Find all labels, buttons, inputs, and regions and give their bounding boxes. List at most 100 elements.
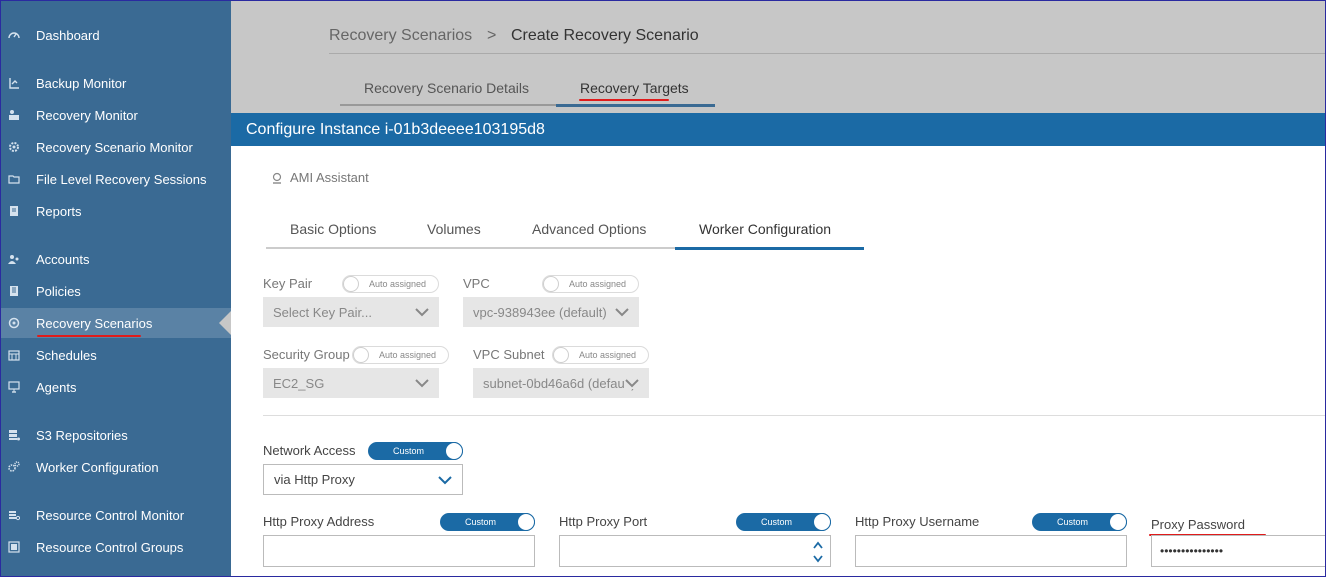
- vpc-auto-toggle[interactable]: Auto assigned: [542, 275, 639, 293]
- sidebar-item-label: Agents: [36, 379, 77, 395]
- security-group-auto-toggle[interactable]: Auto assigned: [352, 346, 449, 364]
- toggle-label: Custom: [1056, 517, 1088, 527]
- vpc-subnet-label: VPC Subnet: [473, 347, 545, 362]
- monitor-icon: [7, 380, 21, 394]
- sidebar-item-reports[interactable]: Reports: [1, 196, 231, 226]
- proxy-password-value: •••••••••••••••: [1160, 544, 1224, 558]
- security-group-label: Security Group: [263, 347, 350, 362]
- http-proxy-port-label: Http Proxy Port: [559, 514, 648, 529]
- group-icon: [7, 540, 21, 554]
- http-proxy-port-custom-toggle[interactable]: Custom: [736, 513, 831, 531]
- chevron-down-icon: [438, 476, 452, 485]
- sidebar-item-label: S3 Repositories: [36, 427, 128, 443]
- assistant-icon: [272, 172, 282, 184]
- resource-monitor-icon: [7, 508, 21, 522]
- sidebar-item-resource-control-monitor[interactable]: Resource Control Monitor: [1, 500, 231, 530]
- sidebar-item-label: Resource Control Groups: [36, 539, 184, 555]
- ami-assistant-label: AMI Assistant: [290, 170, 369, 185]
- toggle-label: Custom: [464, 517, 496, 527]
- sidebar: Dashboard Backup Monitor Recovery Monito…: [1, 1, 231, 576]
- tab-worker-configuration[interactable]: Worker Configuration: [699, 221, 831, 237]
- gear-icon: [7, 140, 21, 154]
- toggle-knob: [1109, 513, 1127, 531]
- key-pair-value: Select Key Pair...: [273, 304, 372, 320]
- tab-underline: [340, 104, 556, 106]
- sidebar-item-label: Dashboard: [36, 27, 100, 43]
- sidebar-item-dashboard[interactable]: Dashboard: [1, 20, 231, 50]
- vpc-subnet-value: subnet-0bd46a6d (default): [483, 375, 636, 391]
- breadcrumb-separator: >: [487, 27, 497, 44]
- vpc-label: VPC: [463, 276, 490, 291]
- sidebar-item-agents[interactable]: Agents: [1, 372, 231, 402]
- key-pair-label: Key Pair: [263, 276, 313, 291]
- sidebar-item-file-level-recovery[interactable]: File Level Recovery Sessions: [1, 164, 231, 194]
- tab-recovery-targets[interactable]: Recovery Targets: [580, 80, 689, 96]
- sidebar-item-recovery-scenario-monitor[interactable]: Recovery Scenario Monitor: [1, 132, 231, 162]
- highlight-underline: [37, 335, 141, 337]
- http-proxy-username-label: Http Proxy Username: [855, 514, 980, 529]
- toggle-knob: [553, 347, 569, 363]
- policy-icon: [7, 284, 21, 298]
- toggle-knob: [343, 276, 359, 292]
- network-access-label: Network Access: [263, 443, 356, 458]
- key-pair-select[interactable]: Select Key Pair...: [263, 297, 439, 327]
- users-icon: [7, 252, 21, 266]
- calendar-icon: [7, 348, 21, 362]
- toggle-knob: [543, 276, 559, 292]
- sidebar-item-label: File Level Recovery Sessions: [36, 171, 207, 187]
- sidebar-item-label: Reports: [36, 203, 82, 219]
- backup-monitor-icon: [7, 76, 21, 90]
- sidebar-item-backup-monitor[interactable]: Backup Monitor: [1, 68, 231, 98]
- tab-volumes[interactable]: Volumes: [427, 221, 481, 237]
- http-proxy-address-label: Http Proxy Address: [263, 514, 375, 529]
- folder-icon: [7, 172, 21, 186]
- http-proxy-username-input[interactable]: [855, 535, 1127, 567]
- breadcrumb-current: Create Recovery Scenario: [511, 27, 699, 44]
- http-proxy-port-input[interactable]: [559, 535, 831, 567]
- sidebar-item-recovery-scenarios[interactable]: Recovery Scenarios: [1, 308, 231, 338]
- gauge-icon: [7, 28, 21, 42]
- vpc-subnet-auto-toggle[interactable]: Auto assigned: [552, 346, 649, 364]
- settings-icon: [7, 316, 21, 330]
- highlight-underline: [579, 99, 669, 101]
- toggle-label: Auto assigned: [378, 350, 437, 360]
- vpc-subnet-select[interactable]: subnet-0bd46a6d (default): [473, 368, 649, 398]
- sidebar-item-worker-configuration[interactable]: Worker Configuration: [1, 452, 231, 482]
- sidebar-item-label: Recovery Monitor: [36, 107, 138, 123]
- key-pair-auto-toggle[interactable]: Auto assigned: [342, 275, 439, 293]
- sidebar-item-label: Worker Configuration: [36, 459, 159, 475]
- header-divider: [329, 53, 1325, 54]
- proxy-password-input[interactable]: •••••••••••••••: [1151, 535, 1325, 567]
- chevron-down-icon: [415, 379, 429, 388]
- ami-assistant-link[interactable]: AMI Assistant: [271, 170, 369, 185]
- breadcrumb-parent[interactable]: Recovery Scenarios: [329, 27, 472, 45]
- security-group-value: EC2_SG: [273, 375, 325, 391]
- sidebar-item-policies[interactable]: Policies: [1, 276, 231, 306]
- tab-advanced-options[interactable]: Advanced Options: [532, 221, 646, 237]
- chevron-down-icon: [615, 306, 629, 318]
- recovery-monitor-icon: [7, 108, 21, 122]
- security-group-select[interactable]: EC2_SG: [263, 368, 439, 398]
- network-access-custom-toggle[interactable]: Custom: [368, 442, 463, 460]
- toggle-knob: [813, 513, 831, 531]
- toggle-knob: [517, 513, 535, 531]
- vpc-select[interactable]: vpc-938943ee (default): [463, 297, 639, 327]
- active-subtab-underline: [675, 247, 864, 250]
- sidebar-item-recovery-monitor[interactable]: Recovery Monitor: [1, 100, 231, 130]
- tab-recovery-scenario-details[interactable]: Recovery Scenario Details: [364, 80, 529, 96]
- toggle-label: Custom: [392, 446, 424, 456]
- tab-basic-options[interactable]: Basic Options: [290, 221, 376, 237]
- http-proxy-address-input[interactable]: [263, 535, 535, 567]
- http-proxy-username-custom-toggle[interactable]: Custom: [1032, 513, 1127, 531]
- http-proxy-address-custom-toggle[interactable]: Custom: [440, 513, 535, 531]
- document-icon: [7, 204, 21, 218]
- chevron-down-icon: [625, 377, 639, 389]
- network-access-select[interactable]: via Http Proxy: [263, 464, 463, 495]
- number-stepper-icon[interactable]: [812, 539, 824, 565]
- sidebar-item-resource-control-groups[interactable]: Resource Control Groups: [1, 532, 231, 562]
- sidebar-item-accounts[interactable]: Accounts: [1, 244, 231, 274]
- sidebar-item-s3-repositories[interactable]: S3 Repositories: [1, 420, 231, 450]
- sidebar-item-schedules[interactable]: Schedules: [1, 340, 231, 370]
- toggle-knob: [353, 347, 369, 363]
- sidebar-item-label: Recovery Scenario Monitor: [36, 139, 193, 155]
